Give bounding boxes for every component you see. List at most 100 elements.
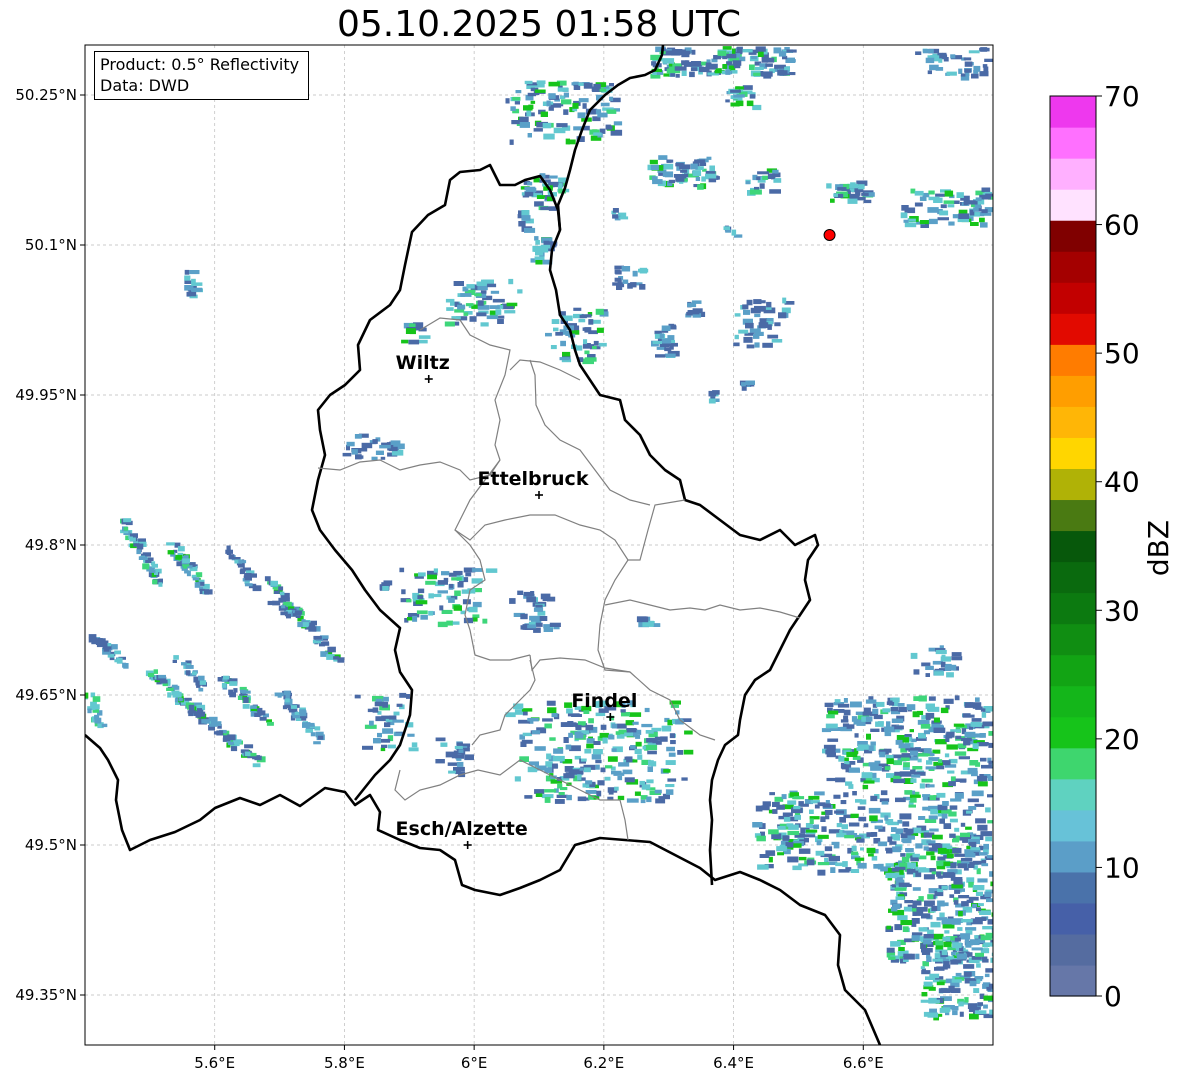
echo-cell [960, 857, 973, 862]
echo-cell [468, 606, 478, 613]
echo-cell [988, 983, 993, 989]
echo-cell [226, 549, 231, 555]
echo-cell [560, 340, 566, 347]
echo-cell [556, 794, 568, 798]
map-axes: 5.6°E 5.8°E 6°E 6.2°E 6.4°E 6.6°E 50.25°N 50.1°… [15, 44, 994, 1072]
echo-cell [597, 112, 608, 118]
echo-cell [665, 784, 675, 788]
echo-cell [184, 697, 192, 701]
echo-cell [652, 341, 662, 344]
echo-cell [463, 617, 474, 624]
echo-cell [595, 712, 606, 717]
echo-cell [606, 109, 617, 114]
echo-cell [632, 721, 639, 725]
colorbar-segment [1050, 468, 1096, 501]
echo-cell [951, 988, 961, 993]
echo-cell [946, 744, 958, 750]
echo-cell [437, 621, 448, 628]
echo-cell [690, 61, 702, 67]
echo-cell [955, 778, 967, 782]
echo-cell [699, 66, 710, 73]
echo-cell [979, 71, 989, 77]
echo-cell [991, 912, 993, 917]
echo-cell [860, 847, 864, 851]
echo-cell [990, 957, 993, 963]
echo-cell [690, 67, 698, 72]
echo-cell [762, 342, 773, 348]
echo-cell [549, 175, 558, 179]
echo-cell [191, 278, 196, 284]
echo-cell [551, 713, 558, 718]
echo-cell [971, 790, 984, 797]
echo-cell [928, 999, 940, 1004]
echo-cell [149, 569, 156, 573]
echo-cell [975, 891, 983, 896]
echo-cell [542, 122, 552, 129]
echo-cell [845, 781, 853, 786]
echo-cell [906, 704, 916, 711]
echo-cell [916, 906, 928, 912]
echo-cell [679, 164, 691, 170]
echo-cell [655, 354, 666, 358]
echo-cell [833, 794, 841, 799]
colorbar-segment [1050, 592, 1096, 625]
echo-cell [417, 588, 425, 594]
echo-cell [901, 205, 909, 211]
echo-cell [979, 47, 990, 52]
echo-cell [816, 840, 822, 846]
echo-cell [310, 620, 317, 626]
echo-cell [891, 718, 904, 723]
echo-cell [977, 824, 988, 831]
echo-cell [910, 188, 916, 194]
echo-cell [745, 322, 754, 329]
echo-cell [873, 864, 878, 869]
echo-cell [514, 776, 521, 782]
echo-cell [912, 900, 922, 906]
echo-cell [786, 823, 794, 827]
echo-cell [584, 350, 590, 355]
echo-cell [735, 86, 744, 90]
echo-cell [742, 49, 753, 53]
echo-cell [938, 58, 943, 63]
echo-cell [264, 576, 271, 582]
echo-cell [585, 724, 594, 731]
echo-cell [454, 309, 465, 313]
echo-cell [911, 922, 917, 927]
echo-cell [577, 112, 586, 119]
echo-cell [761, 71, 773, 77]
colorbar-segment [1050, 220, 1096, 252]
echo-cell [613, 121, 623, 126]
echo-cell [986, 855, 993, 859]
echo-cell [928, 696, 936, 701]
colorbar-segment [1050, 127, 1096, 159]
echo-cell [974, 1010, 987, 1015]
echo-cell [725, 69, 731, 75]
echo-cell [636, 616, 649, 623]
echo-cell [996, 845, 1002, 849]
x-tick-label: 6.2°E [583, 1054, 624, 1072]
echo-cell [924, 818, 937, 823]
echo-cell [909, 729, 914, 733]
echo-cell [193, 676, 198, 683]
echo-cell [945, 736, 950, 742]
echo-cell [963, 57, 972, 61]
echo-cell [768, 829, 779, 835]
echo-cell [971, 947, 983, 951]
echo-cell [705, 173, 717, 180]
echo-cell [918, 816, 926, 820]
echo-cell [244, 583, 253, 587]
echo-cell [966, 877, 975, 883]
echo-cell [408, 747, 419, 752]
echo-cell [951, 920, 961, 925]
echo-cell [401, 589, 406, 595]
echo-cell [619, 216, 629, 220]
echo-cell [926, 784, 935, 788]
echo-cell [518, 221, 526, 227]
echo-cell [781, 794, 787, 800]
echo-cell [420, 614, 428, 620]
echo-cell [302, 622, 309, 628]
echo-cell [886, 947, 895, 953]
info-product: Product: 0.5° Reflectivity [100, 55, 300, 74]
echo-cell [515, 90, 522, 94]
echo-cell [772, 169, 779, 174]
